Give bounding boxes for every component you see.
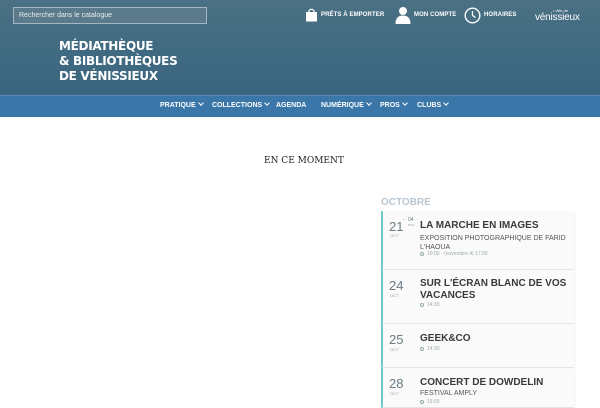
account-label: MON COMPTE xyxy=(414,12,457,18)
user-icon xyxy=(395,7,411,24)
clock-icon xyxy=(420,347,424,351)
prets-link[interactable]: PRÊTS À EMPORTER xyxy=(305,4,384,26)
event-item[interactable]: 28 OCT CONCERT DE DOWDELIN FESTIVAL AMPL… xyxy=(381,368,574,408)
event-time-text: 14:30 xyxy=(427,302,440,308)
event-time: 14:30 xyxy=(420,346,440,352)
event-title[interactable]: LA MARCHE EN IMAGES xyxy=(420,220,539,232)
month-heading: OCTOBRE xyxy=(381,197,431,208)
prets-label: PRÊTS À EMPORTER xyxy=(321,12,385,18)
chevron-down-icon xyxy=(197,100,204,106)
event-day: 21 xyxy=(389,219,404,234)
event-subtitle: EXPOSITION PHOTOGRAPHIQUE DE FARID L'HAO… xyxy=(420,235,566,251)
section-title: EN CE MOMENT xyxy=(264,156,344,166)
nav-item-numerique[interactable]: NUMÉRIQUE xyxy=(321,100,372,109)
clock-icon xyxy=(420,252,424,256)
site-header: Rechercher dans le catalogue PRÊTS À EMP… xyxy=(0,0,600,95)
clock-icon xyxy=(420,303,424,307)
event-title[interactable]: GEEK&CO xyxy=(420,333,471,345)
nav-item-pratique[interactable]: PRATIQUE xyxy=(160,100,204,109)
nav-label: COLLECTIONS xyxy=(212,102,263,109)
event-time-text: 14:30 xyxy=(427,346,440,352)
event-time-text: 10:00 - (novembre 4) 17:00 xyxy=(427,251,488,257)
chevron-down-icon xyxy=(402,100,408,106)
event-item[interactable]: 24 OCT SUR L'ÉCRAN BLANC DE VOS VACANCES… xyxy=(381,270,574,324)
event-month: OCT xyxy=(390,347,399,352)
city-logo-name: vénissieux xyxy=(535,12,580,23)
event-day: 28 xyxy=(389,376,404,391)
site-title[interactable]: MÉDIATHÈQUE & BIBLIOTHÈQUES DE VÉNISSIEU… xyxy=(59,39,178,84)
main-nav: PRATIQUE COLLECTIONS AGENDA NUMÉRIQUE PR… xyxy=(0,95,600,117)
site-title-line1: MÉDIATHÈQUE xyxy=(59,39,154,53)
nav-label: CLUBS xyxy=(417,102,442,109)
event-title[interactable]: CONCERT DE DOWDELIN xyxy=(420,377,543,389)
bag-icon xyxy=(306,8,317,22)
event-subtitle: FESTIVAL AMPLY xyxy=(420,390,478,397)
event-title[interactable]: SUR L'ÉCRAN BLANC DE VOS VACANCES xyxy=(420,278,570,302)
event-range-dash: - xyxy=(403,217,405,223)
site-title-line3: DE VÉNISSIEUX xyxy=(59,69,158,83)
event-day: 25 xyxy=(389,332,404,347)
clock-icon xyxy=(464,6,481,24)
nav-label: NUMÉRIQUE xyxy=(321,102,364,109)
chevron-down-icon xyxy=(365,100,372,106)
nav-label: PRATIQUE xyxy=(160,102,196,109)
event-item[interactable]: 25 OCT GEEK&CO 14:30 xyxy=(381,324,574,368)
site-title-line2: & BIBLIOTHÈQUES xyxy=(59,54,178,68)
search-input[interactable]: Rechercher dans le catalogue xyxy=(13,7,207,24)
nav-label: PROS xyxy=(380,102,400,109)
event-item[interactable]: 21 - OCT 04 NOV LA MARCHE EN IMAGES EXPO… xyxy=(381,211,574,270)
account-link[interactable]: MON COMPTE xyxy=(395,4,456,26)
event-day: 24 xyxy=(389,278,404,293)
event-list: 21 - OCT 04 NOV LA MARCHE EN IMAGES EXPO… xyxy=(381,211,574,408)
nav-item-pros[interactable]: PROS xyxy=(380,100,408,109)
nav-item-clubs[interactable]: CLUBS xyxy=(417,100,449,109)
chevron-down-icon xyxy=(264,100,271,106)
nav-item-collections[interactable]: COLLECTIONS xyxy=(212,100,271,109)
event-end-month: NOV xyxy=(408,223,415,227)
event-time: 10:00 - (novembre 4) 17:00 xyxy=(420,251,488,257)
event-month: OCT xyxy=(390,391,399,396)
hours-label: HORAIRES xyxy=(484,12,517,18)
nav-label: AGENDA xyxy=(276,102,307,109)
clock-icon xyxy=(420,400,424,404)
hours-link[interactable]: HORAIRES xyxy=(464,4,516,26)
event-time: 14:30 xyxy=(420,302,440,308)
chevron-down-icon xyxy=(443,100,449,106)
event-month: OCT xyxy=(390,293,399,298)
event-month: OCT xyxy=(390,233,399,238)
nav-item-agenda[interactable]: AGENDA xyxy=(276,102,306,109)
